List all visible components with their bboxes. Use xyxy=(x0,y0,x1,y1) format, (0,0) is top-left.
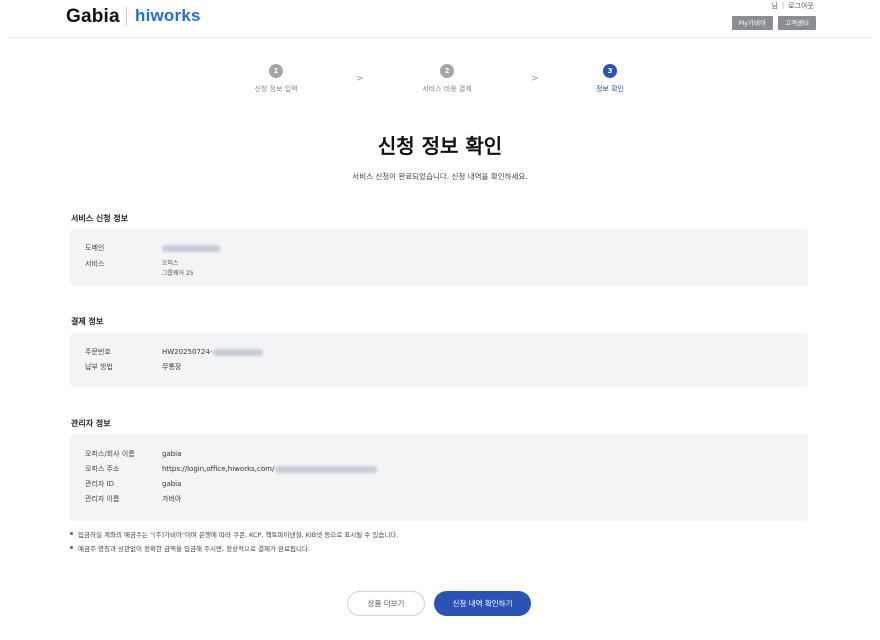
office-address-row: 오피스 주소 https://login,office,hiworks,com/ xyxy=(85,464,378,474)
step-2: 2 서비스 비용 결제 xyxy=(397,64,497,94)
step-arrow: > xyxy=(531,74,539,84)
admin-name-label: 관리자 이름 xyxy=(85,495,120,503)
more-products-button[interactable]: 상품 더보기 xyxy=(347,591,425,616)
step-1: 1 신청 정보 입력 xyxy=(226,64,326,94)
admin-name-row: 관리자 이름 가비아 xyxy=(85,494,181,504)
order-number-row: 주문번호 HW20250724- xyxy=(85,347,264,357)
step-arrow: > xyxy=(356,74,364,84)
admin-panel: 오피스/회사 이름 gabia 오피스 주소 https://login,off… xyxy=(70,434,808,521)
domain-label: 도메인 xyxy=(85,244,105,252)
page-title: 신청 정보 확인 xyxy=(377,134,503,158)
service-panel: 도메인 서비스 오피스 그룹웨어 25 xyxy=(70,229,808,286)
office-name-row: 오피스/회사 이름 gabia xyxy=(85,449,181,459)
notice-item: 입금하실 계좌의 예금주는 "(주)가비아"이며 은행에 따라 쿠콘, KCP,… xyxy=(70,529,398,539)
payment-method-value: 무통장 xyxy=(162,363,182,371)
logout-link[interactable]: 로그아웃 xyxy=(788,1,814,11)
step-number: 3 xyxy=(603,64,617,78)
step-3: 3 정보 확인 xyxy=(560,64,660,94)
header: Gabia hiworks 님 | 로그아웃 My가비아 고객센터 xyxy=(0,0,880,38)
domain-row: 도메인 xyxy=(85,243,220,253)
payment-method-label: 납부 방법 xyxy=(85,363,113,371)
service-row: 서비스 오피스 그룹웨어 25 xyxy=(85,259,194,279)
office-address-value[interactable]: https://login,office,hiworks,com/ xyxy=(162,464,378,474)
page-subtitle: 서비스 신청이 완료되었습니다. 신청 내역을 확인하세요. xyxy=(352,172,528,181)
user-links: 님 | 로그아웃 xyxy=(771,1,814,11)
step-number: 1 xyxy=(269,64,283,78)
payment-section-title: 결제 정보 xyxy=(71,317,104,326)
order-number-label: 주문번호 xyxy=(85,348,111,356)
service-label: 서비스 xyxy=(85,260,105,268)
domain-value xyxy=(162,243,220,253)
support-button[interactable]: 고객센터 xyxy=(778,16,816,30)
admin-id-value: gabia xyxy=(162,480,182,488)
service-section-title: 서비스 신청 정보 xyxy=(71,214,129,223)
gabia-logo[interactable]: Gabia xyxy=(66,6,120,28)
step-number: 2 xyxy=(440,64,454,78)
header-buttons: My가비아 고객센터 xyxy=(731,16,816,30)
order-number-value: HW20250724- xyxy=(162,347,264,357)
admin-id-row: 관리자 ID gabia xyxy=(85,479,181,489)
notice-list: 입금하실 계좌의 예금주는 "(주)가비아"이며 은행에 따라 쿠콘, KCP,… xyxy=(70,529,398,557)
header-divider xyxy=(8,37,872,38)
office-name-label: 오피스/회사 이름 xyxy=(85,450,135,458)
logo-divider xyxy=(126,7,127,26)
service-line-2: 그룹웨어 25 xyxy=(162,270,194,277)
hiworks-logo[interactable]: hiworks xyxy=(135,6,201,26)
office-name-value: gabia xyxy=(162,450,182,458)
admin-section-title: 관리자 정보 xyxy=(71,419,111,428)
link-divider: | xyxy=(781,1,785,9)
step-label: 서비스 비용 결제 xyxy=(422,85,472,93)
admin-name-value: 가비아 xyxy=(162,495,182,503)
admin-id-label: 관리자 ID xyxy=(85,480,114,488)
service-line-1: 오피스 xyxy=(162,260,179,267)
view-history-button[interactable]: 신청 내역 확인하기 xyxy=(434,591,531,616)
notice-item: 예금주 명칭과 상관없이 정확한 금액을 입금해 주시면, 정상적으로 결제가 … xyxy=(70,543,398,553)
step-label: 신청 정보 입력 xyxy=(254,85,298,93)
user-name-suffix: 님 xyxy=(771,2,778,10)
step-label: 정보 확인 xyxy=(596,85,624,93)
office-address-label: 오피스 주소 xyxy=(85,465,120,473)
payment-method-row: 납부 방법 무통장 xyxy=(85,362,181,372)
my-gabia-button[interactable]: My가비아 xyxy=(731,16,774,30)
payment-panel: 주문번호 HW20250724- 납부 방법 무통장 xyxy=(70,333,808,387)
service-value: 오피스 그룹웨어 25 xyxy=(162,259,194,279)
